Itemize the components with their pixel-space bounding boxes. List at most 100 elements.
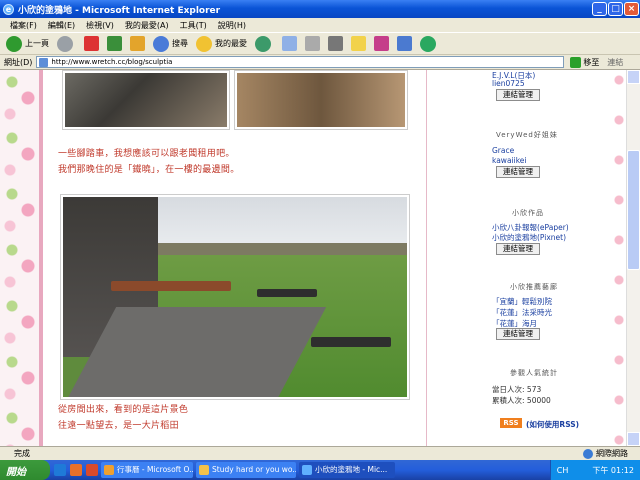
friends-heading: VeryWed好姐妹 <box>496 131 558 139</box>
messenger-icon <box>397 36 412 51</box>
favorites-button[interactable]: 我的最愛 <box>196 35 247 52</box>
works-link-pixnet[interactable]: 小欣的塗鴉地(Pixnet) <box>492 232 566 243</box>
edit-icon <box>328 36 343 51</box>
today-visits: 當日人次: 573 <box>492 385 542 394</box>
maximize-button[interactable]: □ <box>608 2 623 16</box>
address-input[interactable]: http://www.wretch.cc/blog/sculptia <box>36 56 565 68</box>
total-visits: 累積人次: 50000 <box>492 396 551 405</box>
page-content: 一些腳踏車，我想應該可以跟老闆租用吧。 我們那晚住的是「鐵曉」，在一樓的最邊間。… <box>0 70 626 446</box>
link-manage-button-4[interactable]: 連結管理 <box>496 328 540 340</box>
ie-icon <box>302 465 312 475</box>
back-arrow-icon <box>6 35 22 52</box>
mail-icon <box>282 36 297 51</box>
quicklaunch-media-icon[interactable] <box>86 464 98 476</box>
ime-indicator[interactable]: CH <box>557 466 569 475</box>
scroll-down-arrow-icon[interactable] <box>627 432 640 446</box>
refresh-icon <box>107 36 122 51</box>
friend-link-kawaiikei[interactable]: kawaiikei <box>492 156 526 165</box>
menu-tools[interactable]: 工具(T) <box>180 20 207 31</box>
edit-button[interactable] <box>328 36 343 51</box>
task-calendar[interactable]: 行事曆 - Microsoft O... <box>101 462 193 478</box>
security-zone: 網際網路 <box>583 448 628 459</box>
menu-file[interactable]: 檔案(F) <box>10 20 37 31</box>
window-title-bar: e 小欣的塗鴉地 - Microsoft Internet Explorer _… <box>0 0 640 18</box>
menu-favorites[interactable]: 我的最愛(A) <box>125 20 169 31</box>
address-bar: 網址(D) http://www.wretch.cc/blog/sculptia… <box>0 55 640 70</box>
menu-edit[interactable]: 編輯(E) <box>48 20 75 31</box>
menu-bar: 檔案(F) 編輯(E) 檢視(V) 我的最愛(A) 工具(T) 說明(H) <box>0 18 640 32</box>
links-label[interactable]: 連結 <box>607 57 623 68</box>
rec-link-1[interactable]: 「宜蘭」輕鬆別院 <box>492 296 552 307</box>
photo-garden <box>60 194 410 400</box>
msn-icon <box>420 35 436 52</box>
mail-button[interactable] <box>282 36 297 51</box>
home-icon <box>130 36 145 51</box>
star-icon <box>196 35 212 52</box>
photo-wood-door <box>234 70 408 130</box>
toolbar: 上一頁 搜尋 我的最愛 <box>0 32 640 55</box>
close-button[interactable]: × <box>624 2 639 16</box>
stop-button[interactable] <box>84 36 99 51</box>
page-icon <box>39 58 49 67</box>
address-label: 網址(D) <box>4 57 33 67</box>
print-button[interactable] <box>305 36 320 51</box>
forward-button[interactable] <box>57 35 76 52</box>
works-heading: 小欣作品 <box>512 209 544 217</box>
discuss-button[interactable] <box>351 36 366 51</box>
clock: 下午 01:12 <box>592 465 634 475</box>
back-button[interactable]: 上一頁 <box>6 35 49 52</box>
caption-2a: 從房間出來，看到的是這片景色 <box>58 405 189 415</box>
msn-button[interactable] <box>420 35 439 52</box>
home-button[interactable] <box>130 36 145 51</box>
globe-icon <box>583 448 593 459</box>
taskbar: 開始 行事曆 - Microsoft O... Study hard or yo… <box>0 460 640 480</box>
folder-icon <box>199 465 209 475</box>
quicklaunch-firefox-icon[interactable] <box>70 464 82 476</box>
rec-link-2[interactable]: 「花蓮」法采時光 <box>492 307 552 318</box>
search-button[interactable]: 搜尋 <box>153 35 188 52</box>
task-blog[interactable]: 小欣的塗鴉地 - Mic... <box>299 462 395 478</box>
scrollbar-thumb[interactable] <box>627 150 640 270</box>
messenger-button[interactable] <box>397 36 412 51</box>
minimize-button[interactable]: _ <box>592 2 607 16</box>
right-floral-border <box>612 70 626 446</box>
history-icon <box>255 35 271 52</box>
quicklaunch-ie-icon[interactable] <box>54 464 66 476</box>
link-manage-button-2[interactable]: 連結管理 <box>496 166 540 178</box>
go-button[interactable]: 移至 <box>570 56 599 68</box>
outlook-icon <box>104 465 114 475</box>
blog-post: 一些腳踏車，我想應該可以跟老闆租用吧。 我們那晚住的是「鐵曉」，在一樓的最邊間。… <box>48 70 423 446</box>
content-divider <box>426 70 427 446</box>
friend-link-grace[interactable]: Grace <box>492 146 514 155</box>
stats-heading: 參觀人氣統計 <box>510 369 558 377</box>
caption-1b: 我們那晚住的是「鐵曉」，在一樓的最邊間。 <box>58 165 240 175</box>
research-button[interactable] <box>374 36 389 51</box>
research-icon <box>374 36 389 51</box>
status-text: 完成 <box>14 449 30 458</box>
refresh-button[interactable] <box>107 36 122 51</box>
left-floral-border <box>0 70 43 446</box>
rss-badge[interactable]: RSS <box>500 418 522 428</box>
print-icon <box>305 36 320 51</box>
stop-icon <box>84 36 99 51</box>
forward-arrow-icon <box>57 35 73 52</box>
link-manage-button-3[interactable]: 連結管理 <box>496 243 540 255</box>
link-manage-button-1[interactable]: 連結管理 <box>496 89 540 101</box>
search-icon <box>153 35 169 52</box>
caption-1a: 一些腳踏車，我想應該可以跟老闆租用吧。 <box>58 149 235 159</box>
ie-logo-icon: e <box>3 3 14 15</box>
photo-bicycles <box>62 70 230 130</box>
window-title: 小欣的塗鴉地 - Microsoft Internet Explorer <box>18 5 221 16</box>
history-button[interactable] <box>255 35 274 52</box>
task-study[interactable]: Study hard or you wo... <box>196 462 296 478</box>
recommend-heading: 小欣推薦藝廊 <box>510 283 558 291</box>
rss-help-link[interactable]: (如何使用RSS) <box>526 419 579 430</box>
sidebar-link-lien0725[interactable]: lien0725 <box>492 79 525 88</box>
menu-view[interactable]: 檢視(V) <box>86 20 114 31</box>
vertical-scrollbar[interactable] <box>626 70 640 446</box>
start-button[interactable]: 開始 <box>0 460 50 480</box>
menu-help[interactable]: 說明(H) <box>218 20 246 31</box>
system-tray: CH 下午 01:12 <box>549 460 640 480</box>
scroll-up-arrow-icon[interactable] <box>627 70 640 84</box>
caption-2b: 往遠一點望去，是一大片稻田 <box>58 421 179 431</box>
